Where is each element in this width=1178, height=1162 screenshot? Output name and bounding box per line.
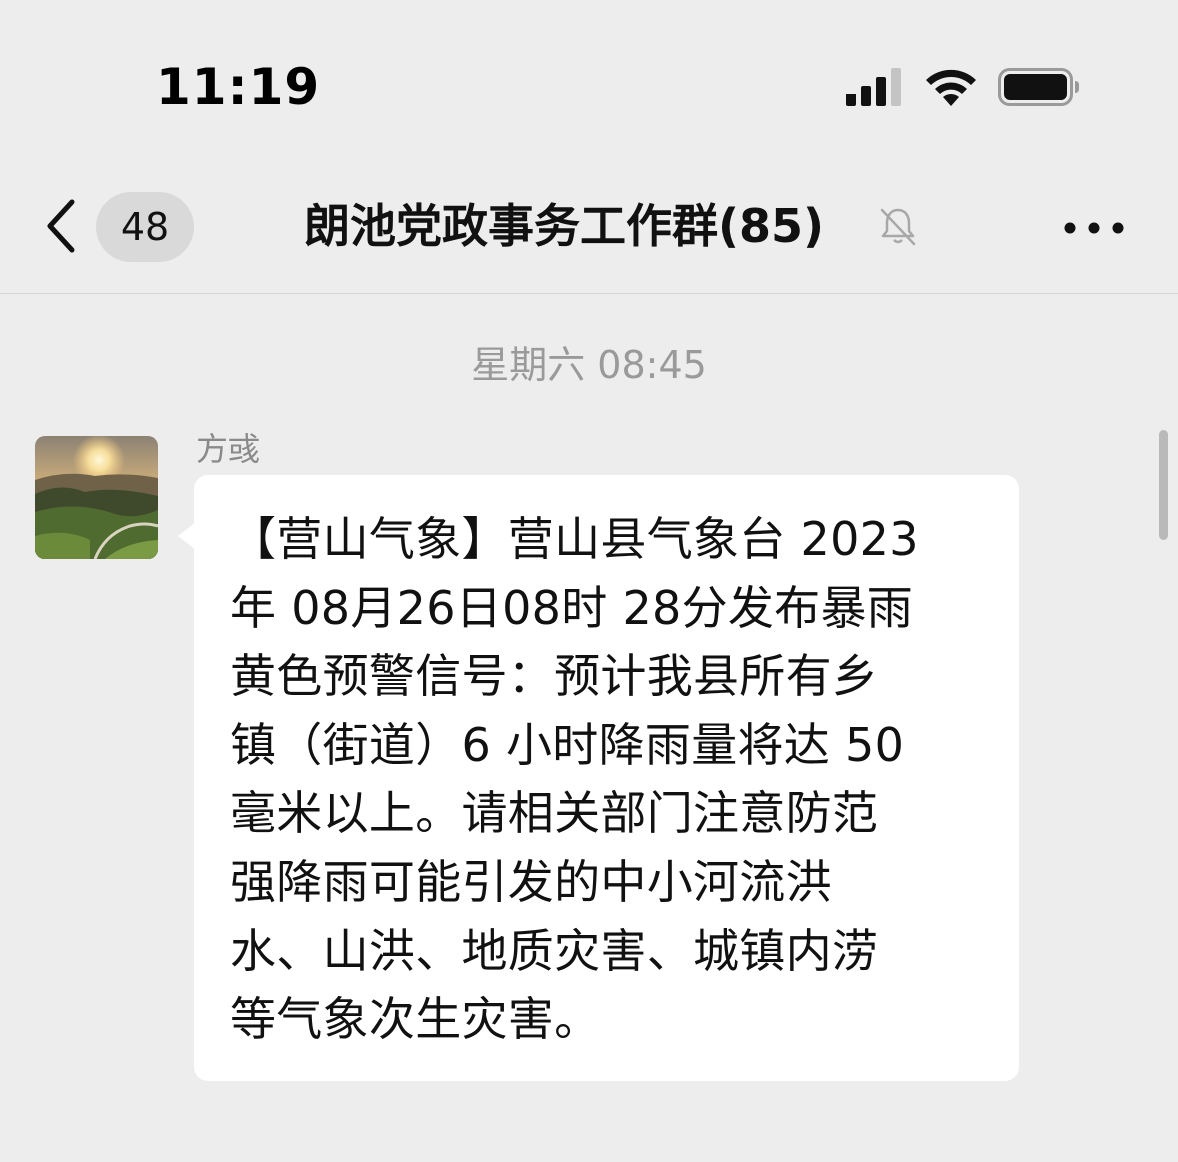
group-chat-title[interactable]: 朗池党政事务工作群(85) [304,196,824,256]
sender-avatar[interactable] [35,436,158,559]
wifi-icon [926,69,976,106]
message-line: 镇（街道）6 小时降雨量将达 50 [230,717,905,772]
bell-slash-icon [880,208,916,246]
message-bubble[interactable]: 【营山气象】营山县气象台 2023 年 08月26日08时 28分发布暴雨 黄色… [194,475,1019,1081]
message-line: 强降雨可能引发的中小河流洪 [230,854,832,909]
status-bar: 11:19 [0,0,1178,180]
chevron-left-icon[interactable] [40,196,80,256]
sender-name: 方彧 [196,430,261,468]
message-line: 【营山气象】营山县气象台 2023 [230,512,919,566]
cellular-signal-icon [846,68,901,106]
more-dots-icon[interactable] [1062,216,1126,240]
battery-icon [998,68,1079,106]
scrollbar[interactable] [1159,430,1168,540]
message-timestamp: 星期六 08:45 [471,343,707,387]
unread-count-badge[interactable]: 48 [96,192,194,262]
landscape-sunset-avatar [35,436,158,559]
status-time: 11:19 [156,58,321,116]
chat-header: 48 朗池党政事务工作群(85) [0,180,1178,294]
message-line: 黄色预警信号：预计我县所有乡 [230,649,879,704]
message-line: 水、山洪、地质灾害、城镇内涝 [230,923,879,978]
message-line: 毫米以上。请相关部门注意防范 [230,786,879,841]
message-line: 年 08月26日08时 28分发布暴雨 [230,580,914,635]
message-line: 等气象次生灾害。 [230,992,601,1047]
